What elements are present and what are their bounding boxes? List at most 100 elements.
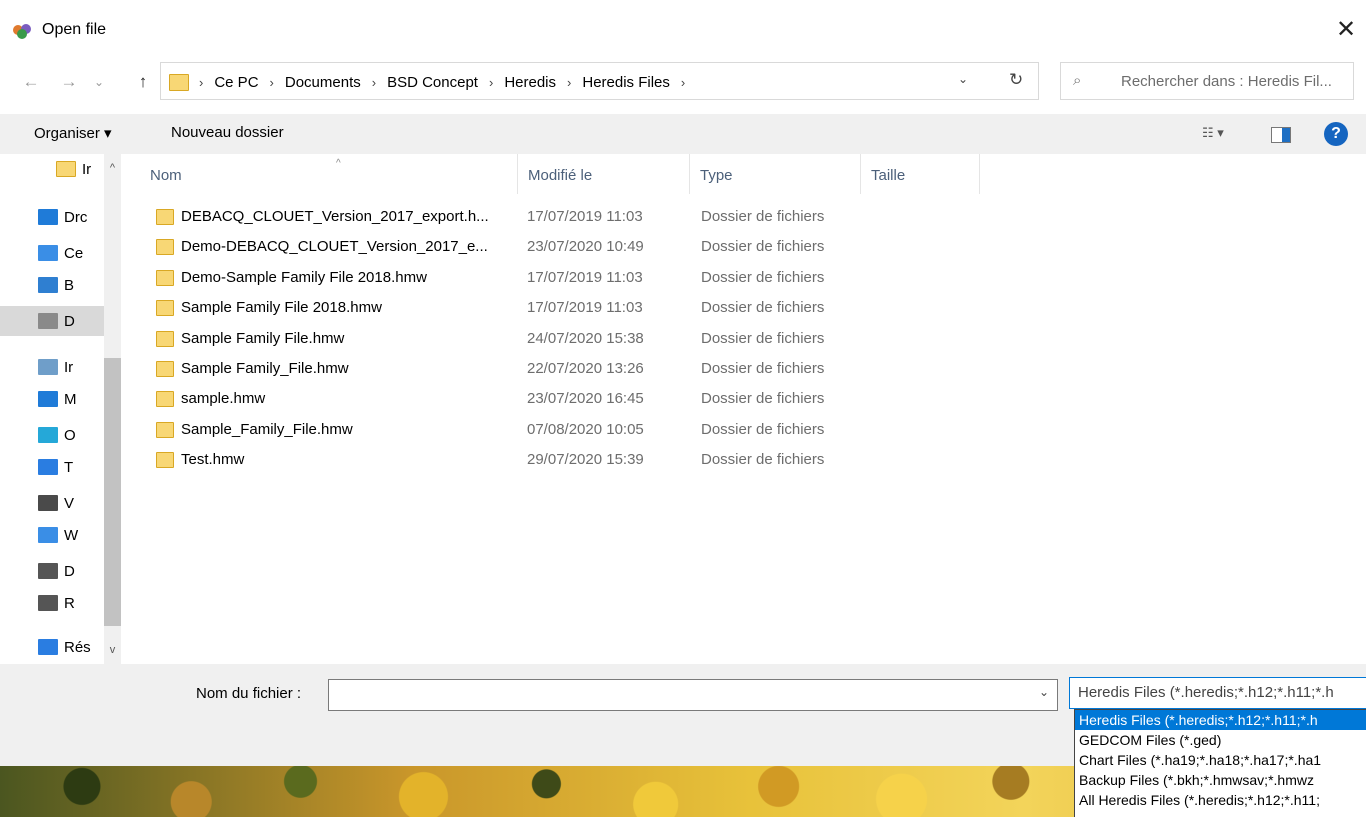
search-placeholder: Rechercher dans : Heredis Fil...: [1121, 73, 1332, 90]
downloads-icon: [38, 459, 58, 475]
sidebar-item-label: O: [64, 426, 76, 444]
preview-pane-icon[interactable]: [1271, 127, 1291, 143]
sidebar-item[interactable]: W: [0, 520, 104, 550]
chevron-right-icon[interactable]: ›: [372, 75, 376, 90]
file-type-option[interactable]: Chart Files (*.ha19;*.ha18;*.ha17;*.ha1: [1075, 750, 1366, 770]
sidebar-item-label: Rés: [64, 638, 91, 656]
close-button[interactable]: ✕: [1328, 12, 1364, 48]
file-row[interactable]: Sample Family File 2018.hmw 17/07/2019 11…: [152, 293, 852, 323]
file-type-dropdown-list[interactable]: Heredis Files (*.heredis;*.h12;*.h11;*.h…: [1074, 709, 1366, 817]
address-bar[interactable]: › Ce PC › Documents › BSD Concept › Here…: [160, 62, 1039, 100]
sidebar-item[interactable]: D: [0, 556, 104, 586]
file-modified: 24/07/2020 15:38: [527, 329, 644, 347]
sidebar-item[interactable]: Drc: [0, 202, 104, 232]
file-modified: 17/07/2019 11:03: [527, 208, 643, 225]
file-modified: 17/07/2019 11:03: [527, 268, 643, 286]
file-row[interactable]: Test.hmw 29/07/2020 15:39 Dossier de fichi…: [152, 445, 852, 475]
file-type-select[interactable]: Heredis Files (*.heredis;*.h12;*.h11;*.h: [1069, 677, 1366, 709]
sidebar-item[interactable]: V: [0, 488, 104, 518]
filename-dropdown-chevron-icon[interactable]: ⌄: [1039, 685, 1049, 699]
file-modified: 29/07/2020 15:39: [527, 451, 644, 469]
sidebar-item-label: M: [64, 390, 77, 408]
file-modified: 07/08/2020 10:05: [527, 420, 644, 438]
sidebar-item-label: R: [64, 594, 75, 612]
videos-icon: [38, 495, 58, 511]
column-size-label: Taille: [871, 167, 906, 184]
column-header-name[interactable]: Nom ^: [140, 154, 518, 194]
column-header-type[interactable]: Type: [690, 154, 861, 194]
chevron-right-icon[interactable]: ›: [681, 75, 685, 90]
window-title: Open file: [42, 21, 107, 38]
folder-icon: [156, 421, 174, 438]
sidebar-scroll-thumb[interactable]: [104, 358, 121, 626]
file-row[interactable]: Demo-Sample Family File 2018.hmw 17/07/20…: [152, 263, 852, 293]
filename-input[interactable]: [328, 679, 1058, 711]
chevron-right-icon: ›: [199, 74, 204, 90]
file-name: Demo-Sample Family File 2018.hmw: [181, 268, 427, 286]
sidebar-item-label: V: [64, 494, 75, 512]
file-row[interactable]: Demo-DEBACQ_CLOUET_Version_2017_e... 23/0…: [152, 232, 852, 262]
heredis-app-icon: [13, 24, 31, 39]
file-type: Dossier de fichiers: [701, 208, 825, 225]
sidebar-item[interactable]: Ir: [0, 352, 104, 382]
folder-icon: [169, 74, 189, 91]
refresh-icon[interactable]: ↻: [1009, 70, 1023, 90]
sidebar-item[interactable]: B: [0, 270, 104, 300]
scroll-up-icon[interactable]: ^: [104, 162, 121, 174]
breadcrumb-item[interactable]: Heredis: [504, 74, 556, 91]
file-row[interactable]: Sample_Family_File.hmw 07/08/2020 10:05 Do…: [152, 415, 852, 445]
recent-locations-chevron-icon[interactable]: ⌄: [88, 70, 110, 94]
file-type-option[interactable]: All Heredis Files (*.heredis;*.h12;*.h11…: [1075, 790, 1366, 810]
breadcrumb-item[interactable]: Documents: [285, 74, 361, 91]
sidebar-item[interactable]: R: [0, 588, 104, 618]
scroll-down-icon[interactable]: v: [104, 644, 121, 656]
file-row[interactable]: Sample Family File.hmw 24/07/2020 15:38 Do…: [152, 324, 852, 354]
search-input[interactable]: ⌕ Rechercher dans : Heredis Fil...: [1060, 62, 1354, 100]
sidebar-item[interactable]: M: [0, 384, 104, 414]
breadcrumb-item[interactable]: Heredis Files: [582, 74, 670, 91]
sidebar-item-label: Ir: [82, 160, 92, 178]
sidebar-item[interactable]: D: [0, 306, 104, 336]
command-toolbar: Organiser ▾ Nouveau dossier ☷ ▾ ?: [0, 114, 1366, 154]
new-folder-button[interactable]: Nouveau dossier: [171, 124, 284, 141]
file-type: Dossier de fichiers: [701, 451, 825, 469]
sidebar-item[interactable]: T: [0, 452, 104, 482]
sidebar-item[interactable]: Rés: [0, 632, 104, 662]
file-row[interactable]: sample.hmw 23/07/2020 16:45 Dossier de fic…: [152, 384, 852, 414]
chevron-right-icon[interactable]: ›: [489, 75, 493, 90]
file-modified: 23/07/2020 10:49: [527, 238, 644, 256]
sidebar-item-label: Ir: [64, 358, 74, 376]
back-arrow-icon[interactable]: ←: [20, 70, 42, 94]
dropbox-icon: [38, 209, 58, 225]
address-dropdown-chevron-icon[interactable]: ⌄: [958, 72, 968, 86]
sidebar-item[interactable]: O: [0, 420, 104, 450]
file-name: Test.hmw: [181, 451, 245, 469]
folder-icon: [156, 269, 174, 286]
sidebar-item[interactable]: Ir: [0, 154, 104, 184]
view-options-icon[interactable]: ☷ ▾: [1202, 125, 1224, 141]
breadcrumb-item[interactable]: BSD Concept: [387, 74, 478, 91]
file-type-option[interactable]: GEDCOM Files (*.ged): [1075, 730, 1366, 750]
file-type-option[interactable]: Backup Files (*.bkh;*.hmwsav;*.hmwz: [1075, 770, 1366, 790]
file-row[interactable]: Sample Family_File.hmw 22/07/2020 13:26 Do…: [152, 354, 852, 384]
forward-arrow-icon[interactable]: →: [58, 70, 80, 94]
file-type-selected: Heredis Files (*.heredis;*.h12;*.h11;*.h: [1078, 684, 1334, 701]
organize-button[interactable]: Organiser ▾: [34, 124, 112, 142]
file-type: Dossier de fichiers: [701, 268, 825, 286]
folder-icon: [156, 209, 174, 225]
file-type: Dossier de fichiers: [701, 299, 825, 317]
sidebar-item[interactable]: Ce: [0, 238, 104, 268]
up-arrow-icon[interactable]: ↑: [132, 70, 154, 94]
column-header-size[interactable]: Taille: [861, 154, 980, 194]
column-header-modified[interactable]: Modifié le: [518, 154, 690, 194]
desktop-icon: [38, 277, 58, 293]
file-row[interactable]: DEBACQ_CLOUET_Version_2017_export.h... 17…: [152, 202, 852, 232]
chevron-right-icon[interactable]: ›: [270, 75, 274, 90]
column-modified-label: Modifié le: [528, 167, 593, 184]
breadcrumb-item[interactable]: Ce PC: [214, 74, 258, 91]
filename-label: Nom du fichier :: [196, 685, 302, 702]
help-icon[interactable]: ?: [1324, 122, 1348, 146]
navigation-bar: ← → ⌄ ↑ › Ce PC › Documents › BSD Concep…: [0, 62, 1366, 104]
file-type-option[interactable]: Heredis Files (*.heredis;*.h12;*.h11;*.h: [1075, 710, 1366, 730]
chevron-right-icon[interactable]: ›: [567, 75, 571, 90]
